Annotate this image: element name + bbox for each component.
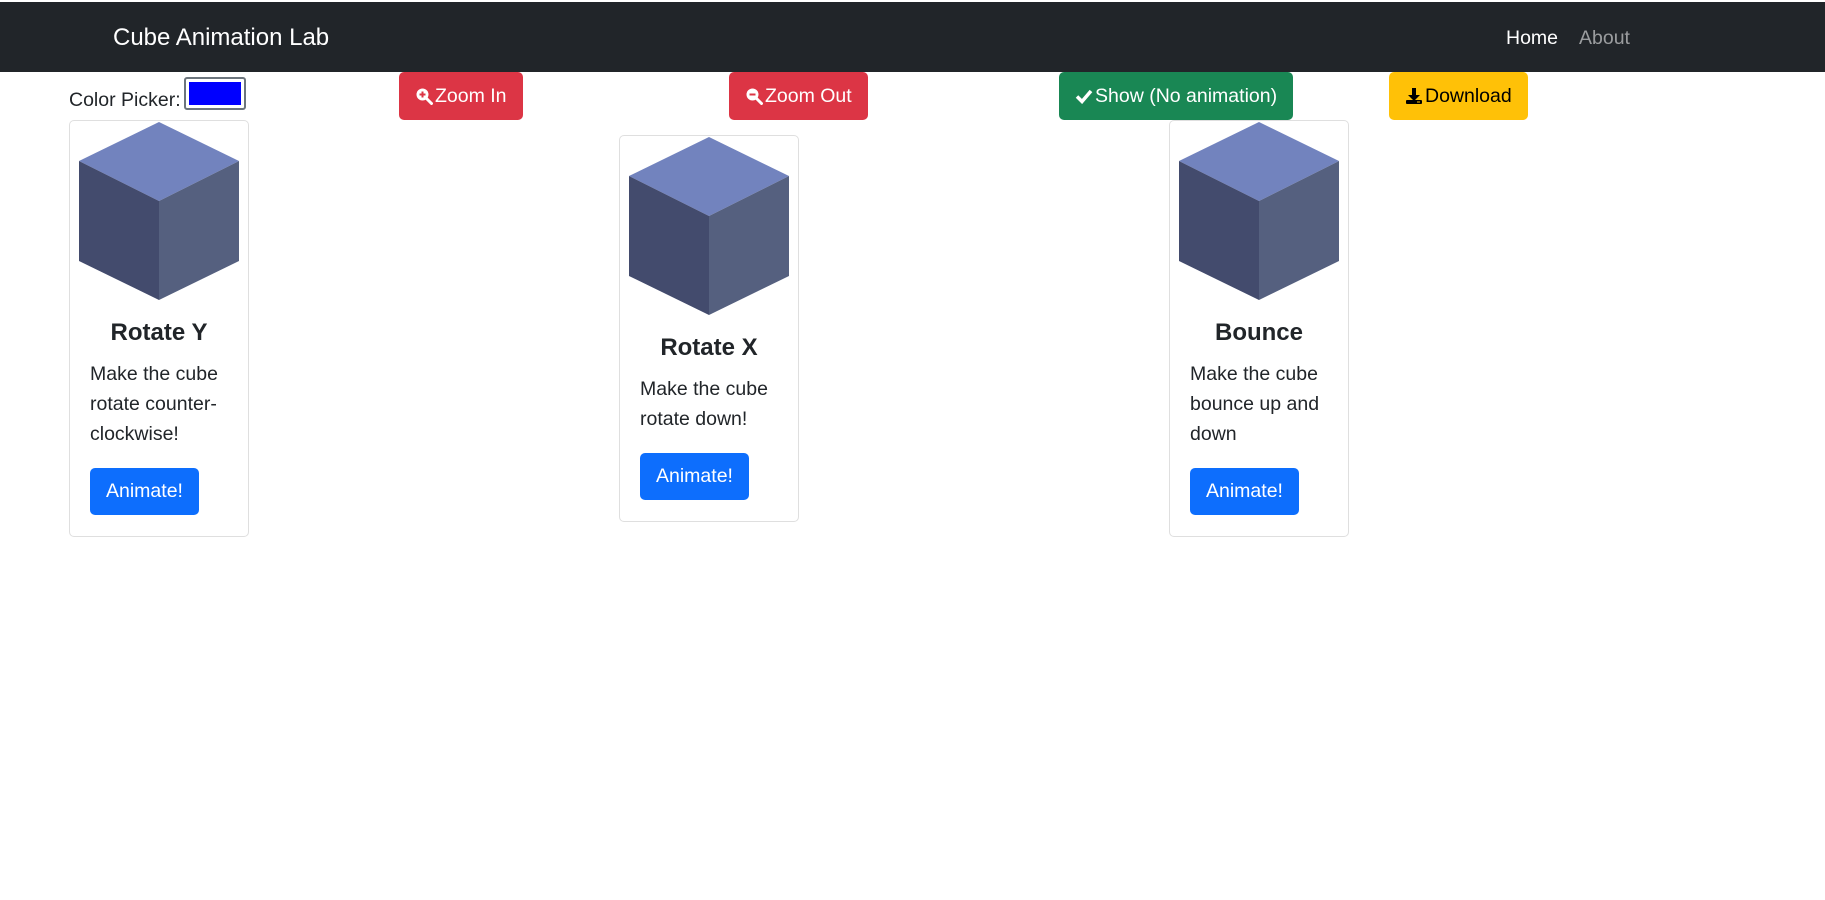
zoom-out-icon <box>746 88 763 105</box>
card-text: Make the cube bounce up and down <box>1190 363 1320 445</box>
color-swatch-fill <box>189 82 241 105</box>
zoom-in-icon <box>416 88 433 105</box>
zoom-in-button[interactable]: Zoom In <box>399 72 523 120</box>
show-label: Show (No animation) <box>1095 85 1278 107</box>
card-bounce: Bounce Make the cube bounce up and down … <box>1169 120 1349 537</box>
show-no-animation-button[interactable]: Show (No animation) <box>1059 72 1294 120</box>
animate-button[interactable]: Animate! <box>1190 468 1299 515</box>
zoom-out-label: Zoom Out <box>765 85 852 107</box>
zoom-out-button[interactable]: Zoom Out <box>729 72 868 120</box>
color-picker-input[interactable] <box>184 77 246 110</box>
card-title: Rotate Y <box>110 319 208 346</box>
animate-button[interactable]: Animate! <box>640 453 749 500</box>
card-title: Rotate X <box>660 334 758 361</box>
zoom-in-label: Zoom In <box>435 85 507 107</box>
animate-button[interactable]: Animate! <box>90 468 199 515</box>
cube-image <box>629 137 789 315</box>
color-picker-label: Color Picker: <box>69 89 181 111</box>
brand-title[interactable]: Cube Animation Lab <box>113 2 329 72</box>
nav-link-home[interactable]: Home <box>1506 2 1558 72</box>
nav-link-about[interactable]: About <box>1579 2 1630 72</box>
download-label: Download <box>1425 85 1512 107</box>
card-rotate-y: Rotate Y Make the cube rotate counter-cl… <box>69 120 249 537</box>
card-title: Bounce <box>1214 319 1303 346</box>
download-icon <box>1406 88 1422 104</box>
cube-image <box>1179 122 1339 300</box>
card-text: Make the cube rotate counter-clockwise! <box>90 363 218 445</box>
download-button[interactable]: Download <box>1389 72 1528 120</box>
navbar: Cube Animation Lab Home About <box>0 2 1825 72</box>
card-rotate-x: Rotate X Make the cube rotate down! Anim… <box>619 135 799 522</box>
cube-image <box>79 122 239 300</box>
check-icon <box>1075 89 1093 104</box>
card-text: Make the cube rotate down! <box>640 378 768 430</box>
